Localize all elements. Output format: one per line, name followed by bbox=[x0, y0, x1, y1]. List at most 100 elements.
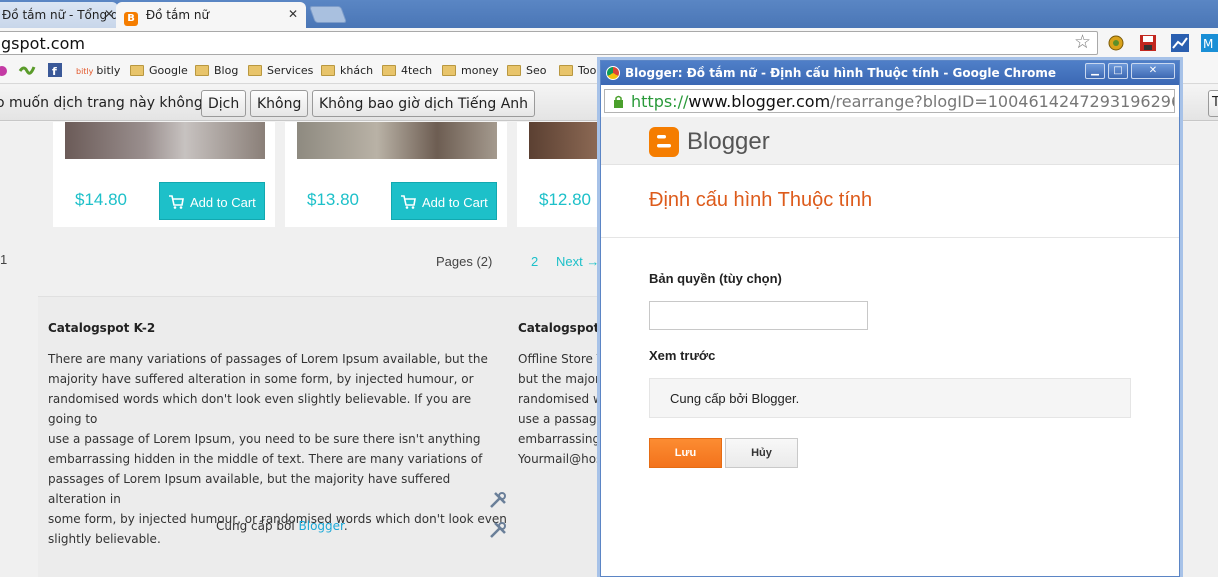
cancel-button[interactable]: Hủy bbox=[725, 438, 798, 468]
svg-text:M: M bbox=[1203, 37, 1213, 51]
copyright-label: Bản quyền (tùy chọn) bbox=[649, 271, 782, 286]
maximize-button[interactable]: □ bbox=[1108, 63, 1128, 79]
text-line: use a passage of Lorem Ipsum, you need t… bbox=[48, 432, 481, 446]
bookmark-bitly[interactable]: bitly bitly bbox=[76, 64, 120, 77]
new-tab-button[interactable] bbox=[308, 6, 348, 23]
bookmark-folder-google[interactable]: Google bbox=[130, 64, 188, 77]
bookmark-folder-khach[interactable]: khách bbox=[321, 64, 373, 77]
cart-icon bbox=[169, 195, 184, 209]
widget-title: Catalogspot I bbox=[518, 321, 609, 335]
popup-titlebar[interactable]: Blogger: Đồ tắm nữ - Định cấu hình Thuộc… bbox=[601, 61, 1179, 85]
text-line: use a passage bbox=[518, 412, 605, 426]
extension-mail-icon[interactable]: M bbox=[1200, 33, 1218, 53]
text-line: embarrassing hidden in the middle of tex… bbox=[48, 452, 483, 466]
powered-prefix: Cung cấp bởi bbox=[216, 519, 299, 533]
bookmark-label: bitly bbox=[96, 64, 121, 77]
close-icon[interactable]: ✕ bbox=[104, 7, 114, 21]
never-translate-button[interactable]: Không bao giờ dịch Tiếng Anh bbox=[312, 90, 536, 117]
tab-active[interactable]: B Đồ tắm nữ ✕ bbox=[116, 2, 306, 28]
bookmark-label: Services bbox=[267, 64, 314, 77]
product-image[interactable] bbox=[297, 122, 497, 159]
pager-next-link[interactable]: Next → bbox=[556, 254, 599, 269]
toolbar: gspot.com ☆ bbox=[0, 28, 1218, 58]
blogger-header: Blogger bbox=[601, 117, 1179, 165]
bookmark-label: money bbox=[461, 64, 499, 77]
folder-icon bbox=[130, 65, 144, 76]
pager-page-2[interactable]: 2 bbox=[531, 254, 538, 269]
edit-widget-icon[interactable] bbox=[488, 520, 508, 540]
product-card: $14.80 Add to Cart bbox=[53, 122, 275, 227]
tab-inactive[interactable]: Đồ tắm nữ - Tổng q ✕ bbox=[0, 2, 118, 28]
no-translate-button[interactable]: Không bbox=[250, 90, 309, 117]
tab-label: Đồ tắm nữ - Tổng q bbox=[2, 8, 118, 22]
close-window-button[interactable]: ✕ bbox=[1131, 63, 1175, 79]
translate-prompt: o muốn dịch trang này không? bbox=[0, 95, 211, 111]
blogger-link[interactable]: Blogger bbox=[299, 519, 344, 533]
folder-icon bbox=[382, 65, 396, 76]
product-price: $13.80 bbox=[307, 190, 359, 209]
tab-label: Đồ tắm nữ bbox=[145, 8, 210, 22]
folder-icon bbox=[507, 65, 521, 76]
footer: Catalogspot K-2 There are many variation… bbox=[38, 296, 608, 577]
translate-options-button[interactable]: T bbox=[1208, 90, 1218, 117]
minimize-button[interactable]: ▁ bbox=[1085, 63, 1105, 79]
product-price: $14.80 bbox=[75, 190, 127, 209]
url-host: www.blogger.com bbox=[688, 92, 831, 111]
extension-gear-icon[interactable] bbox=[1106, 33, 1126, 53]
extension-chart-icon[interactable] bbox=[1170, 33, 1190, 53]
text-line: randomised wo bbox=[518, 392, 608, 406]
save-button[interactable]: Lưu bbox=[649, 438, 722, 468]
text-line: majority have suffered alteration in som… bbox=[48, 372, 474, 386]
pager-label: Pages (2) bbox=[436, 254, 493, 269]
bookmark-folder-blog[interactable]: Blog bbox=[195, 64, 238, 77]
text-line: randomised words which don't look even s… bbox=[48, 392, 472, 426]
url-scheme: https:// bbox=[631, 92, 689, 111]
star-icon[interactable]: ☆ bbox=[1074, 31, 1091, 53]
extension-save-icon[interactable] bbox=[1138, 33, 1158, 53]
lock-icon bbox=[614, 95, 623, 108]
bookmark-folder-services[interactable]: Services bbox=[248, 64, 313, 77]
translate-button[interactable]: Dịch bbox=[201, 90, 247, 117]
address-bar[interactable]: gspot.com bbox=[0, 31, 1098, 55]
product-image[interactable] bbox=[529, 122, 600, 159]
bookmark-folder-money[interactable]: money bbox=[442, 64, 499, 77]
popup-title: Blogger: Đồ tắm nữ - Định cấu hình Thuộc… bbox=[625, 66, 1057, 80]
bookmark-label: Tool bbox=[578, 64, 600, 77]
bookmark-label: khách bbox=[340, 64, 374, 77]
blogger-wordmark[interactable]: Blogger bbox=[687, 128, 770, 156]
blogger-popup-window: Blogger: Đồ tắm nữ - Định cấu hình Thuộc… bbox=[600, 60, 1180, 577]
pager-current[interactable]: 1 bbox=[0, 252, 7, 267]
bookmark-folder-4tech[interactable]: 4tech bbox=[382, 64, 432, 77]
add-to-cart-button[interactable]: Add to Cart bbox=[391, 182, 497, 220]
add-to-cart-label: Add to Cart bbox=[190, 195, 256, 210]
bookmark-icon-red[interactable] bbox=[0, 64, 10, 81]
blogger-icon: B bbox=[124, 12, 138, 26]
add-to-cart-button[interactable]: Add to Cart bbox=[159, 182, 265, 220]
preview-box: Cung cấp bởi Blogger. bbox=[649, 378, 1131, 418]
bitly-icon: bitly bbox=[76, 67, 94, 76]
copyright-input[interactable] bbox=[649, 301, 868, 330]
bookmark-folder-seo[interactable]: Seo bbox=[507, 64, 546, 77]
folder-icon bbox=[442, 65, 456, 76]
close-icon[interactable]: ✕ bbox=[288, 7, 298, 21]
divider bbox=[601, 237, 1179, 238]
evernote-icon[interactable] bbox=[18, 63, 36, 82]
facebook-icon[interactable]: f bbox=[48, 63, 62, 80]
edit-widget-icon[interactable] bbox=[488, 490, 508, 510]
folder-icon bbox=[321, 65, 335, 76]
folder-icon bbox=[195, 65, 209, 76]
blogger-logo-icon[interactable] bbox=[649, 127, 679, 157]
product-price: $12.80 bbox=[539, 190, 591, 209]
text-line: Offline Store T bbox=[518, 352, 605, 366]
widget-title: Catalogspot K-2 bbox=[48, 321, 156, 335]
popup-address-bar[interactable]: https://www.blogger.com/rearrange?blogID… bbox=[604, 89, 1175, 113]
bookmark-folder-tool[interactable]: Tool bbox=[559, 64, 599, 77]
widget-body: Offline Store T but the majori randomise… bbox=[518, 349, 608, 469]
preview-label: Xem trước bbox=[649, 348, 716, 363]
folder-icon bbox=[248, 65, 262, 76]
product-image[interactable] bbox=[65, 122, 265, 159]
svg-text:f: f bbox=[52, 65, 57, 77]
text-line: There are many variations of passages of… bbox=[48, 352, 488, 366]
text-line: but the majori bbox=[518, 372, 604, 386]
bookmark-label: Blog bbox=[214, 64, 239, 77]
